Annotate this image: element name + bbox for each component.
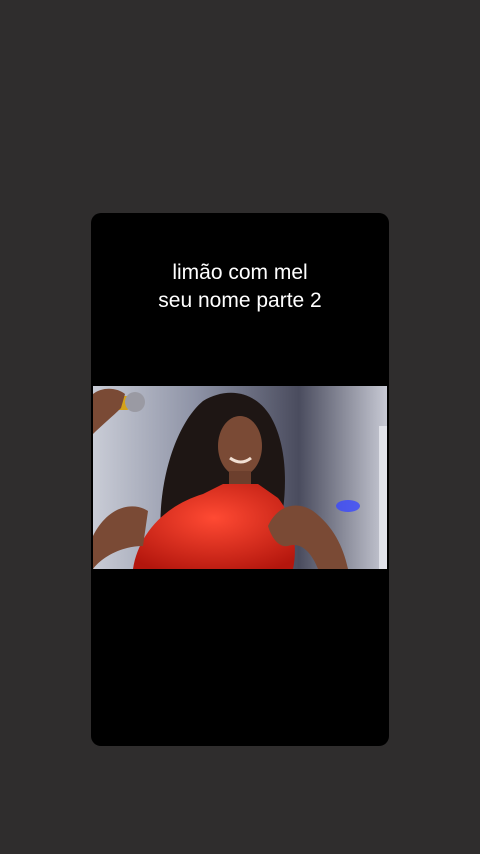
caption-line-1: limão com mel [172,261,308,284]
stage-light [336,500,360,512]
video-card[interactable]: limão com mel seu nome parte 2 [91,213,389,746]
story-viewer: limão com mel seu nome parte 2 [0,0,480,854]
light-beam [379,426,387,569]
microphone-head [125,392,145,412]
caption-line-2: seu nome parte 2 [158,289,322,312]
video-frame[interactable] [93,386,387,569]
video-caption: limão com mel seu nome parte 2 [91,259,389,315]
performer-face [218,416,262,476]
performer-image [93,386,387,569]
